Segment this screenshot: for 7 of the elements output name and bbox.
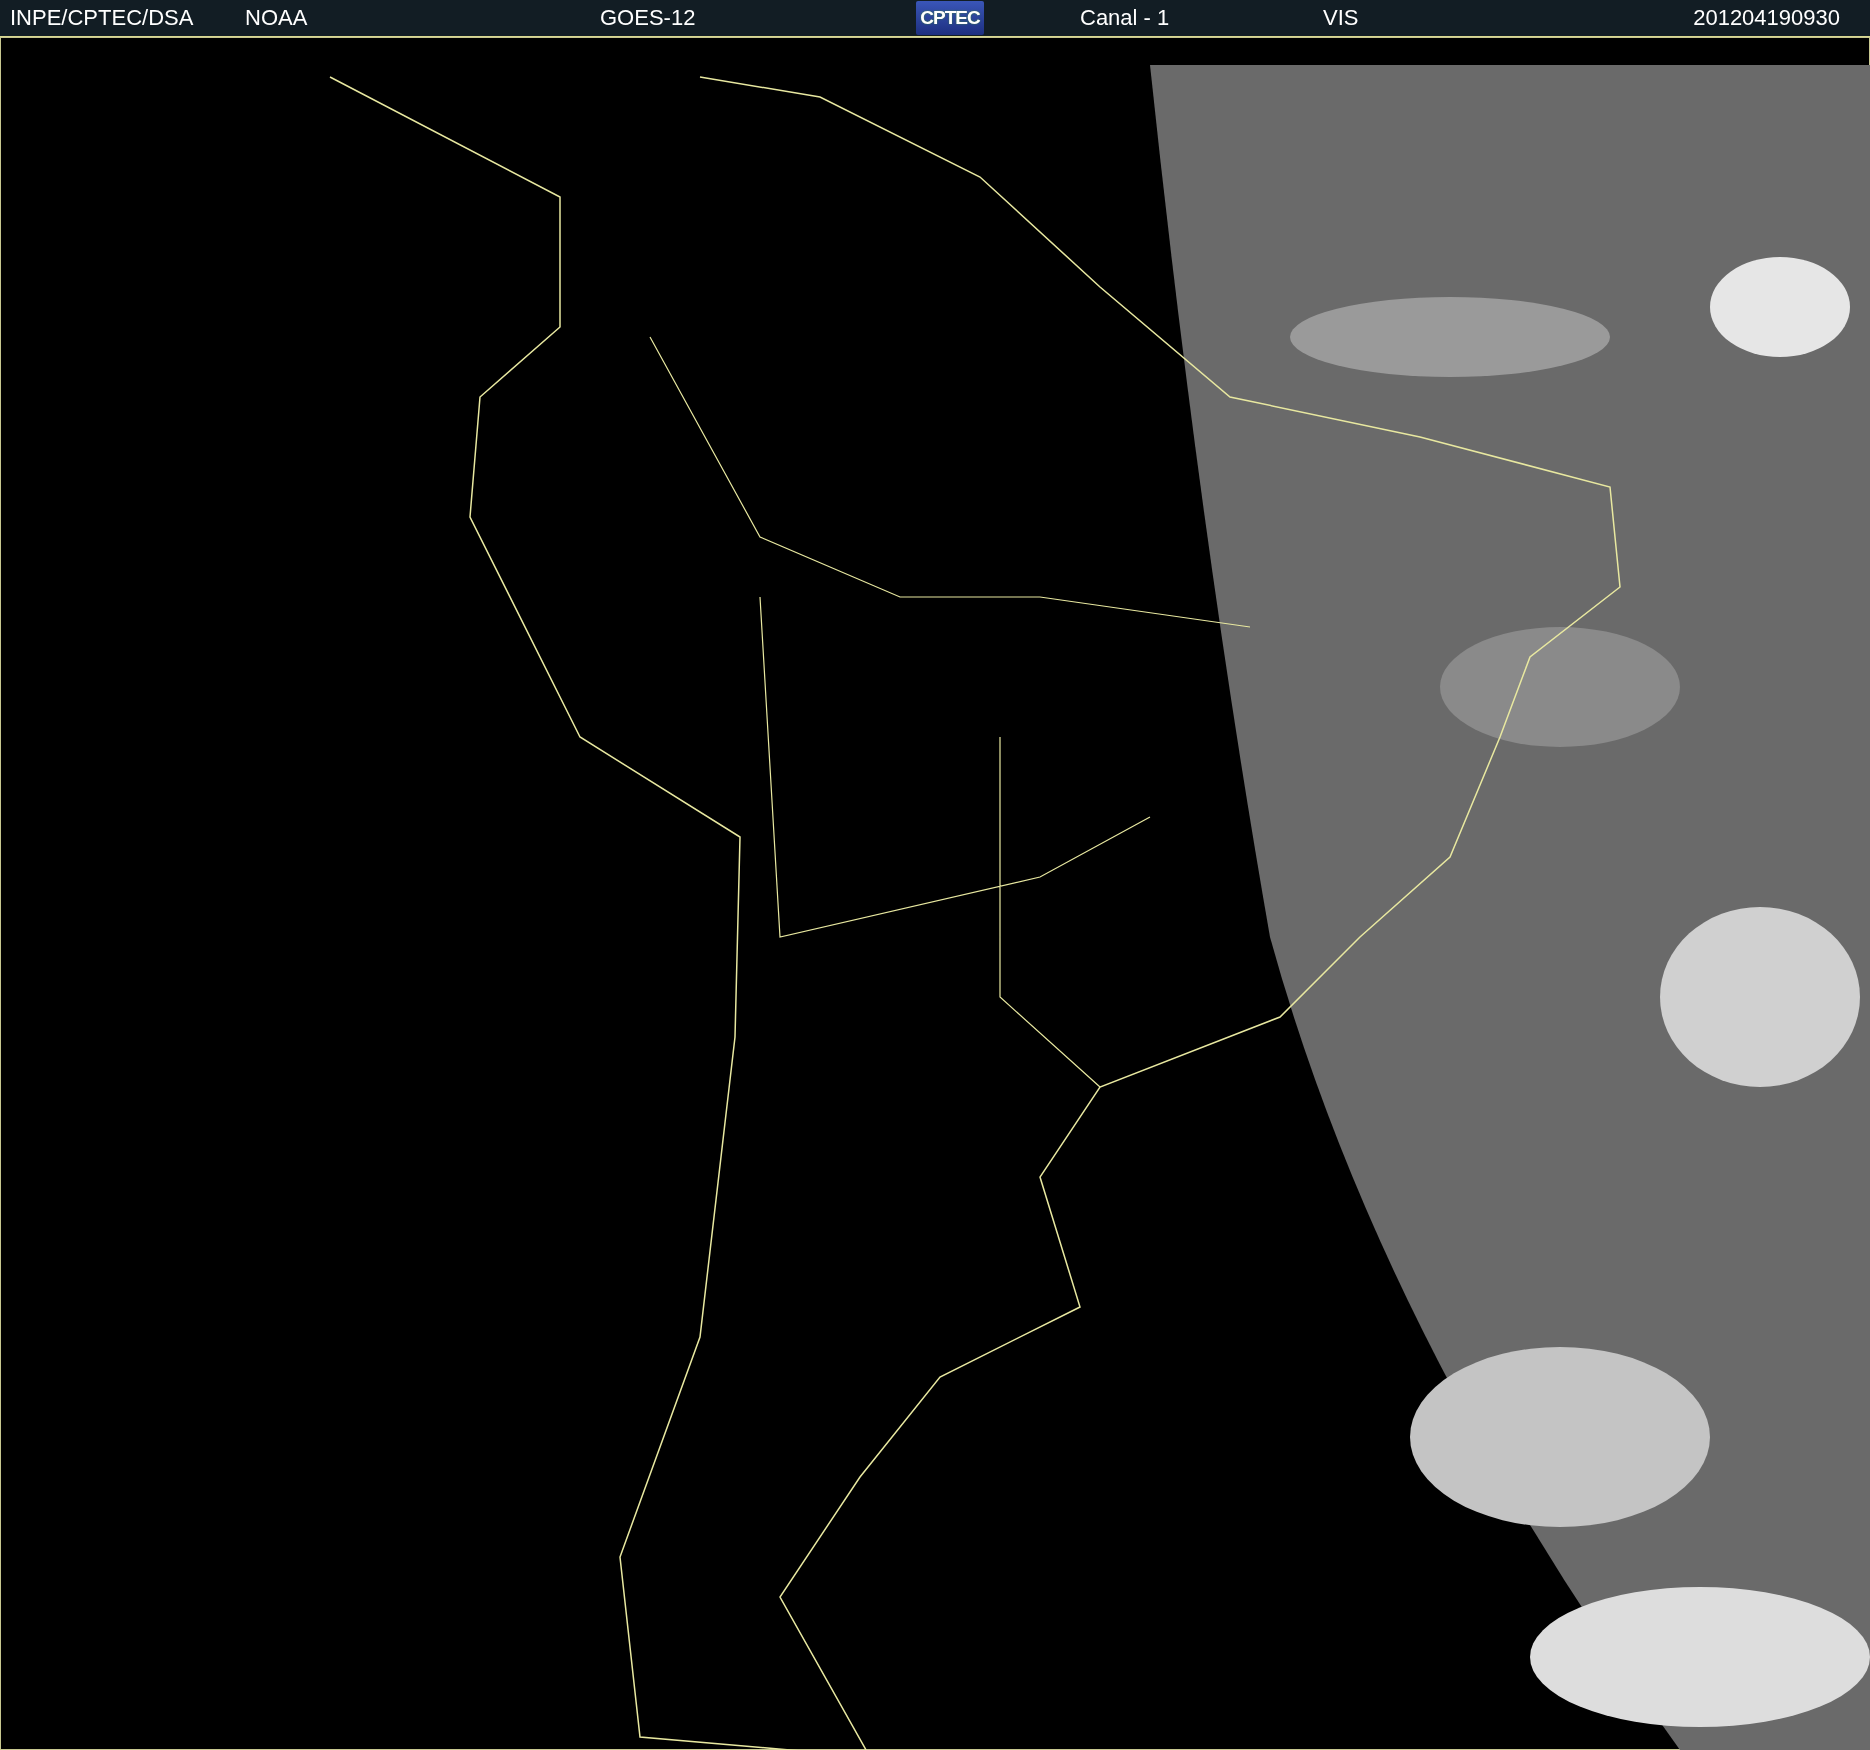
header-label: GOES-12 [600,5,697,31]
header-label: NOAA [245,5,309,31]
header-label: INPE/CPTEC/DSA [10,5,195,31]
header-label: Canal - 1 [1080,5,1171,31]
logo: CPTEC [916,1,984,35]
header-label: 201204190930 [1693,5,1840,31]
header-label: VIS [1323,5,1360,31]
